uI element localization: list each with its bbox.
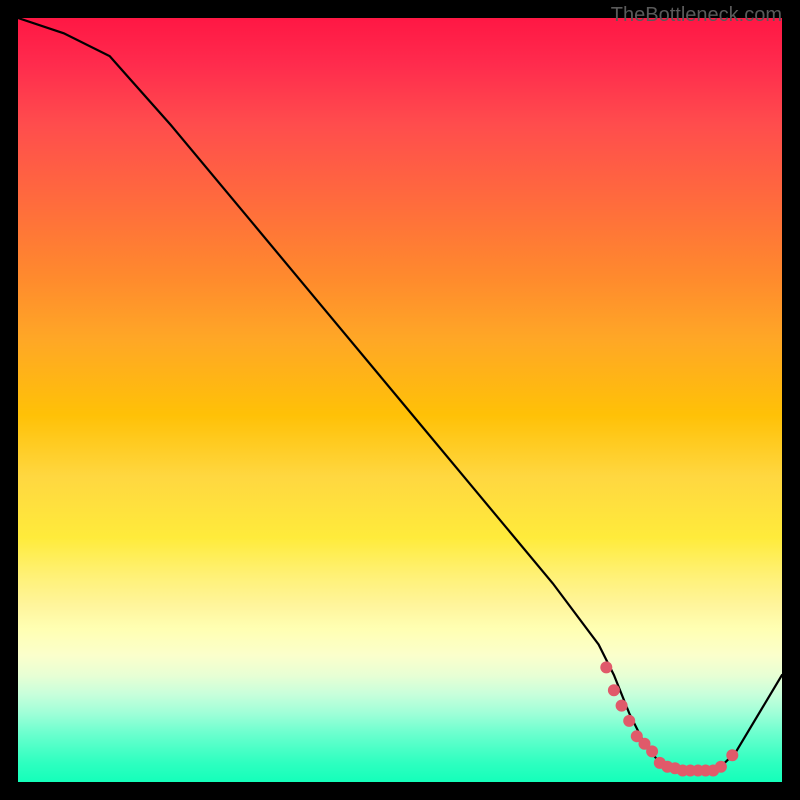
- chart-svg: [18, 18, 782, 782]
- highlight-dot: [600, 661, 612, 673]
- curve-line: [18, 18, 782, 771]
- highlight-dot: [623, 715, 635, 727]
- highlight-dot: [616, 700, 628, 712]
- highlight-dot: [715, 761, 727, 773]
- watermark-text: TheBottleneck.com: [611, 4, 782, 27]
- highlight-dot: [646, 745, 658, 757]
- highlight-dot: [608, 684, 620, 696]
- highlight-dot: [726, 749, 738, 761]
- highlight-markers: [600, 661, 738, 776]
- chart-plot-area: [18, 18, 782, 782]
